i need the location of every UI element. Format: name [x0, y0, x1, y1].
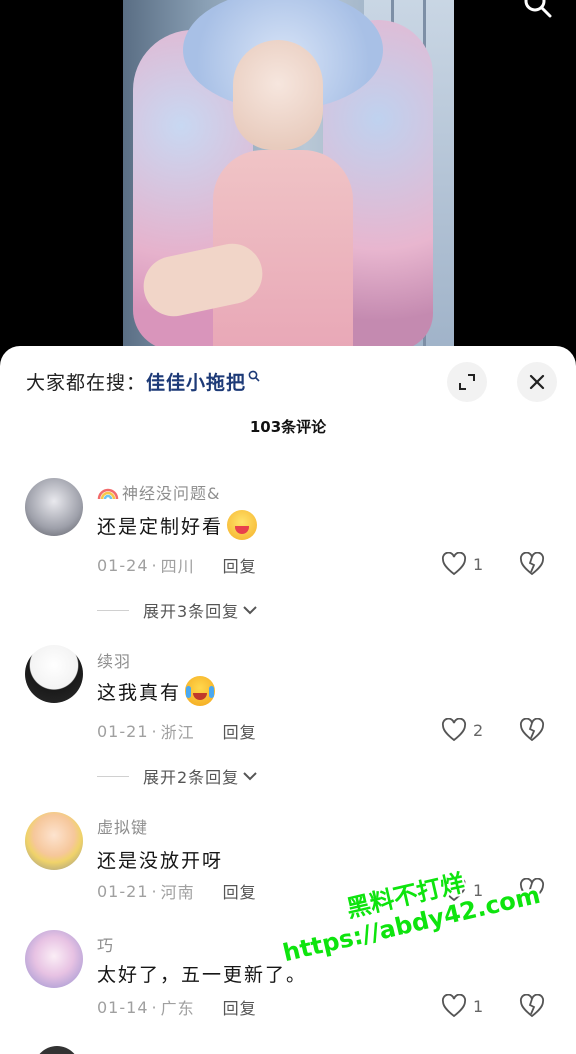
- broken-heart-icon[interactable]: [519, 994, 545, 1018]
- avatar[interactable]: [25, 812, 83, 870]
- avatar[interactable]: [25, 930, 83, 988]
- yummy-face-emoji: [227, 510, 258, 540]
- comment-text: 还是没放开呀: [97, 850, 224, 872]
- comment-meta: 01-24 · 四川 回复: [97, 553, 257, 577]
- comment-username[interactable]: 续羽: [97, 648, 131, 672]
- trending-search-bar[interactable]: 大家都在搜： 佳佳小拖把: [26, 366, 260, 396]
- expand-replies-button[interactable]: 展开3条回复: [97, 598, 258, 622]
- broken-heart-icon[interactable]: [519, 552, 545, 576]
- expand-replies-button[interactable]: 展开2条回复: [97, 764, 258, 788]
- comment-meta: 01-21 · 浙江 回复: [97, 719, 257, 743]
- comment-meta: 01-21 · 河南 回复: [97, 879, 257, 903]
- chevron-down-icon: [243, 606, 257, 615]
- comment-item: 续羽 这我真有 01-21 · 浙江 回复 2 展开2条回复: [0, 644, 576, 804]
- like-button[interactable]: 2: [441, 718, 483, 742]
- comment-username[interactable]: 虚拟键: [97, 814, 148, 838]
- like-button[interactable]: 1: [441, 552, 483, 576]
- comment-text: 太好了，五一更新了。: [97, 964, 308, 986]
- divider: [97, 609, 129, 611]
- avatar[interactable]: [25, 645, 83, 703]
- video-frame: [123, 0, 454, 360]
- close-button[interactable]: [517, 362, 557, 402]
- reply-button[interactable]: 回复: [223, 995, 257, 1019]
- reply-button[interactable]: 回复: [223, 553, 257, 577]
- comment-username[interactable]: 神经没问题&: [97, 480, 220, 504]
- video-player[interactable]: [0, 0, 576, 360]
- expand-icon: [459, 374, 475, 390]
- divider: [97, 775, 129, 777]
- expand-button[interactable]: [447, 362, 487, 402]
- comment-text: 还是定制好看: [97, 510, 258, 540]
- search-icon[interactable]: [522, 0, 552, 18]
- comment-count: 103条评论: [249, 418, 327, 436]
- crying-laugh-emoji: [185, 676, 216, 706]
- broken-heart-icon[interactable]: [519, 718, 545, 742]
- trending-search-prefix: 大家都在搜：: [26, 371, 147, 394]
- heart-icon: [442, 718, 466, 742]
- comment-text: 这我真有: [97, 676, 216, 706]
- person-face: [233, 40, 323, 150]
- comment-meta: 01-14 · 广东 回复: [97, 995, 257, 1019]
- trending-search-query[interactable]: 佳佳小拖把: [146, 368, 246, 395]
- close-icon: [529, 374, 545, 390]
- avatar[interactable]: [25, 478, 83, 536]
- comment-username[interactable]: 巧: [97, 932, 114, 956]
- rainbow-icon: [97, 488, 119, 500]
- reply-button[interactable]: 回复: [223, 719, 257, 743]
- chevron-down-icon: [243, 772, 257, 781]
- comment-item: 神经没问题& 还是定制好看 01-24 · 四川 回复 1 展开3条回复: [0, 476, 576, 636]
- heart-icon: [442, 552, 466, 576]
- reply-button[interactable]: 回复: [223, 879, 257, 903]
- search-icon: [248, 370, 260, 382]
- heart-icon: [442, 994, 466, 1018]
- like-button[interactable]: 1: [441, 994, 483, 1018]
